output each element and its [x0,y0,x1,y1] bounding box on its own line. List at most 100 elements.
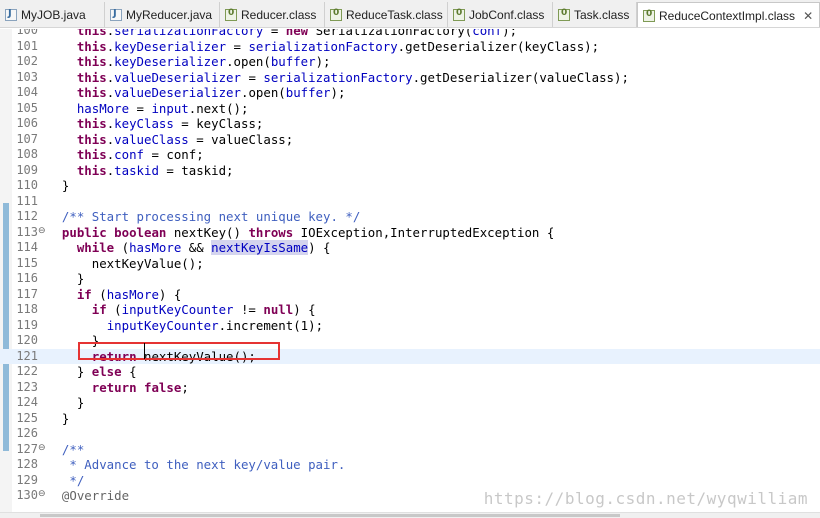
code-text: } [47,410,70,426]
line-number: 116 [16,271,38,285]
fold-collapse-icon[interactable]: ⊖ [38,226,46,236]
tab-reducer-class[interactable]: Reducer.class [220,2,325,27]
highlight-box [78,342,280,360]
code-annotation: @Override [47,488,130,503]
code-comment: * Advance to the next key/value pair. [47,457,346,472]
code-line: 122 } else { [0,364,820,380]
class-file-icon [453,8,465,21]
line-number: 120 [16,333,38,347]
watermark: https://blog.csdn.net/wyqwilliam [483,489,808,508]
code-line: 103 this.valueDeserializer = serializati… [0,70,820,86]
tab-task-class[interactable]: Task.class [553,2,637,27]
code-line: 104 this.valueDeserializer.open(buffer); [0,85,820,101]
tab-label: JobConf.class [469,8,545,22]
code-line: 110 } [0,178,820,194]
code-line: 102 this.keyDeserializer.open(buffer); [0,54,820,70]
code-line: 109 this.taskid = taskid; [0,163,820,179]
line-number: 107 [16,131,38,146]
tab-label: ReduceTask.class [346,8,443,22]
code-line: 112 /** Start processing next unique key… [0,209,820,225]
line-number: 119 [16,317,38,332]
line-number: 126 [16,426,38,440]
code-comment: */ [47,472,85,488]
line-number: 109 [16,162,38,177]
code-text: this.taskid = taskid; [76,162,234,178]
code-line: 127 ⊖ /** [0,442,820,458]
line-number: 122 [16,364,38,378]
tab-myjob-java[interactable]: MyJOB.java [0,2,105,27]
line-number: 123 [16,379,38,394]
tab-label: MyJOB.java [21,8,86,22]
code-line: 119 inputKeyCounter.increment(1); [0,318,820,334]
line-number: 128 [16,457,38,471]
code-line: 126 [0,426,820,442]
line-number: 105 [16,100,38,115]
class-file-icon [643,9,655,22]
line-number: 100 [16,29,38,37]
code-line: 117 if (hasMore) { [0,287,820,303]
line-number: 108 [16,147,38,161]
code-line: 124 } [0,395,820,411]
code-text: nextKeyValue(); [47,255,204,271]
line-number: 129 [16,472,38,487]
code-text: this.valueDeserializer = serializationFa… [76,69,629,85]
code-line: 116 } [0,271,820,287]
code-text: this.keyDeserializer.open(buffer); [76,54,331,69]
tab-jobconf-class[interactable]: JobConf.class [448,2,553,27]
code-text: } else { [47,364,137,379]
line-number: 113 [16,224,38,239]
code-line: 106 this.keyClass = keyClass; [0,116,820,132]
tab-reducetask-class[interactable]: ReduceTask.class [325,2,448,27]
scrollbar-thumb[interactable] [40,514,620,517]
line-number: 106 [16,116,38,130]
code-text: return false; [91,379,189,395]
text-cursor [144,343,145,359]
class-file-icon [330,8,342,21]
code-line: 108 this.conf = conf; [0,147,820,163]
tab-reducecontextimpl-class[interactable]: ReduceContextImpl.class ✕ [637,2,820,27]
line-number: 124 [16,395,38,409]
code-line: 118 if (inputKeyCounter != null) { [0,302,820,318]
line-number: 115 [16,255,38,270]
code-text: } [47,271,85,286]
fold-collapse-icon[interactable]: ⊖ [38,443,46,453]
line-number: 121 [16,348,38,363]
code-line: 125 } [0,411,820,427]
java-file-icon [5,8,17,21]
code-text: this.valueClass = valueClass; [76,131,294,147]
code-text: } [47,178,70,193]
code-text: this.conf = conf; [76,147,204,162]
horizontal-scrollbar[interactable] [0,512,820,518]
line-number: 125 [16,410,38,425]
code-text: public boolean nextKey() throws IOExcept… [61,224,555,240]
java-file-icon [110,8,122,21]
code-line: 113 ⊖ public boolean nextKey() throws IO… [0,225,820,241]
code-comment: /** Start processing next unique key. */ [47,209,361,224]
code-text: if (inputKeyCounter != null) { [91,302,316,317]
code-text: this.keyDeserializer = serializationFact… [76,38,600,54]
code-text: } [47,395,85,410]
class-file-icon [225,8,237,21]
code-text: this.keyClass = keyClass; [76,116,264,131]
code-line: 128 * Advance to the next key/value pair… [0,457,820,473]
code-comment: /** [47,441,85,457]
fold-collapse-icon[interactable]: ⊖ [38,489,46,499]
tab-label: Reducer.class [241,8,317,22]
code-line: 114 while (hasMore && nextKeyIsSame) { [0,240,820,256]
editor-tab-bar: MyJOB.java MyReducer.java Reducer.class … [0,0,820,28]
code-text: this.valueDeserializer.open(buffer); [76,85,346,100]
code-text: inputKeyCounter.increment(1); [106,317,324,333]
code-text: while (hasMore && nextKeyIsSame) { [76,240,331,255]
code-editor[interactable]: 100 this.serializationFactory = new Seri… [0,29,820,518]
code-line: 115 nextKeyValue(); [0,256,820,272]
tab-label: ReduceContextImpl.class [659,9,796,23]
code-text: hasMore = input.next(); [76,100,249,116]
line-number: 117 [16,286,38,301]
line-number: 127 [16,441,38,456]
close-icon[interactable]: ✕ [803,9,813,23]
line-number: 110 [16,178,38,192]
code-text: this.serializationFactory = new Serializ… [76,29,518,38]
tab-myreducer-java[interactable]: MyReducer.java [105,2,220,27]
class-file-icon [558,8,570,21]
code-line: 105 hasMore = input.next(); [0,101,820,117]
